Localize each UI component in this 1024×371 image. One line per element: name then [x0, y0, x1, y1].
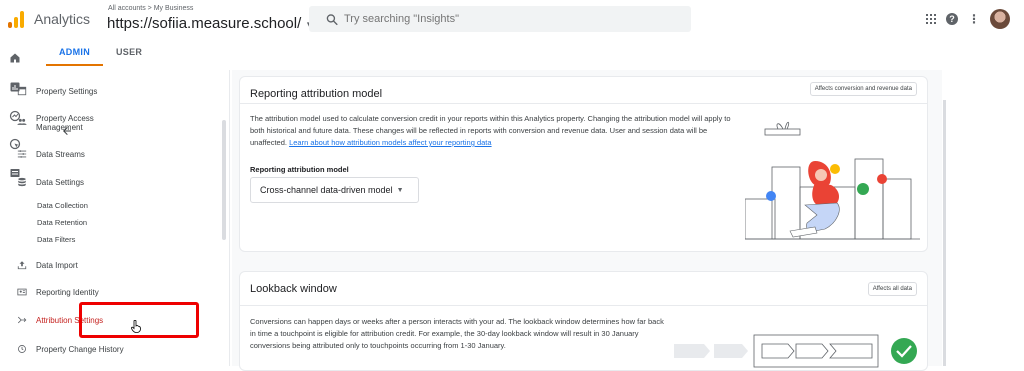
hand-cursor-icon — [131, 320, 141, 333]
nav-item-data-streams[interactable]: Data Streams — [16, 149, 136, 159]
affects-chip: Affects conversion and revenue data — [809, 82, 917, 96]
nav-item-label: Property Change History — [36, 344, 124, 354]
field-label: Reporting attribution model — [250, 165, 349, 174]
nav-subitem-data-filters[interactable]: Data Filters — [37, 235, 75, 244]
people-icon — [17, 118, 27, 125]
card-description: The attribution model used to calculate … — [250, 113, 735, 149]
top-actions: ? ⋮ — [926, 9, 1010, 29]
nav-item-data-import[interactable]: Data Import — [16, 260, 136, 270]
tab-admin[interactable]: ADMIN — [46, 38, 103, 66]
lookback-illustration — [674, 334, 917, 368]
nav-item-property-access-management[interactable]: Property Access Management — [16, 114, 136, 132]
attribution-icon — [17, 316, 27, 324]
search-icon — [326, 13, 338, 25]
nav-item-label: Property Settings — [36, 86, 98, 96]
database-icon — [18, 177, 26, 187]
help-icon[interactable]: ? — [946, 13, 958, 25]
tab-user[interactable]: USER — [103, 38, 155, 66]
nav-item-label: Data Settings — [36, 177, 85, 187]
select-value: Cross-channel data-driven model — [260, 185, 393, 195]
admin-tabs: ADMIN USER — [46, 38, 155, 66]
analytics-logo-icon[interactable] — [8, 11, 24, 28]
nav-subitem-data-retention[interactable]: Data Retention — [37, 218, 87, 227]
history-icon — [18, 345, 26, 353]
nav-subitem-data-collection[interactable]: Data Collection — [37, 201, 88, 210]
divider — [240, 103, 927, 104]
property-selector[interactable]: https://sofiia.measure.school/ ▼ — [107, 15, 313, 32]
identity-icon — [17, 288, 27, 296]
affects-chip: Affects all data — [867, 282, 917, 296]
caret-down-icon: ▼ — [396, 186, 404, 194]
card-description: Conversions can happen days or weeks aft… — [250, 317, 664, 350]
property-name: https://sofiia.measure.school/ — [107, 15, 302, 32]
apps-grid-icon[interactable] — [926, 14, 936, 24]
nav-item-property-change-history[interactable]: Property Change History — [16, 344, 136, 354]
avatar[interactable] — [990, 9, 1010, 29]
property-icon — [17, 86, 27, 96]
nav-item-label: Reporting Identity — [36, 287, 99, 297]
nav-item-reporting-identity[interactable]: Reporting Identity — [16, 287, 136, 297]
divider — [240, 305, 927, 306]
nav-item-label: Data Import — [36, 260, 78, 270]
nav-item-data-settings[interactable]: Data Settings — [16, 177, 136, 187]
attribution-model-select[interactable]: Cross-channel data-driven model ▼ — [250, 177, 419, 203]
app-title: Analytics — [34, 11, 91, 27]
nav-item-property-settings[interactable]: Property Settings — [16, 86, 136, 96]
breadcrumb[interactable]: All accounts > My Business — [108, 5, 193, 12]
nav-scrollbar[interactable] — [222, 120, 226, 240]
card-title: Lookback window — [250, 283, 337, 295]
main-scrollbar[interactable] — [943, 100, 946, 366]
learn-more-link[interactable]: Learn about how attribution models affec… — [289, 138, 492, 147]
attribution-illustration — [745, 121, 920, 240]
more-vert-icon[interactable]: ⋮ — [968, 13, 980, 25]
top-bar: Analytics All accounts > My Business htt… — [0, 0, 1024, 38]
streams-icon — [17, 150, 27, 158]
card-title: Reporting attribution model — [250, 88, 383, 100]
lookback-window-card: Lookback window Affects all data Convers… — [239, 271, 928, 371]
upload-icon — [17, 261, 27, 270]
home-icon[interactable] — [9, 52, 21, 64]
search-bar[interactable] — [309, 6, 691, 32]
nav-item-label: Property Access Management — [36, 114, 94, 132]
attribution-model-card: Reporting attribution model Affects conv… — [239, 76, 928, 252]
nav-item-label: Data Streams — [36, 149, 85, 159]
search-input[interactable] — [344, 13, 644, 25]
